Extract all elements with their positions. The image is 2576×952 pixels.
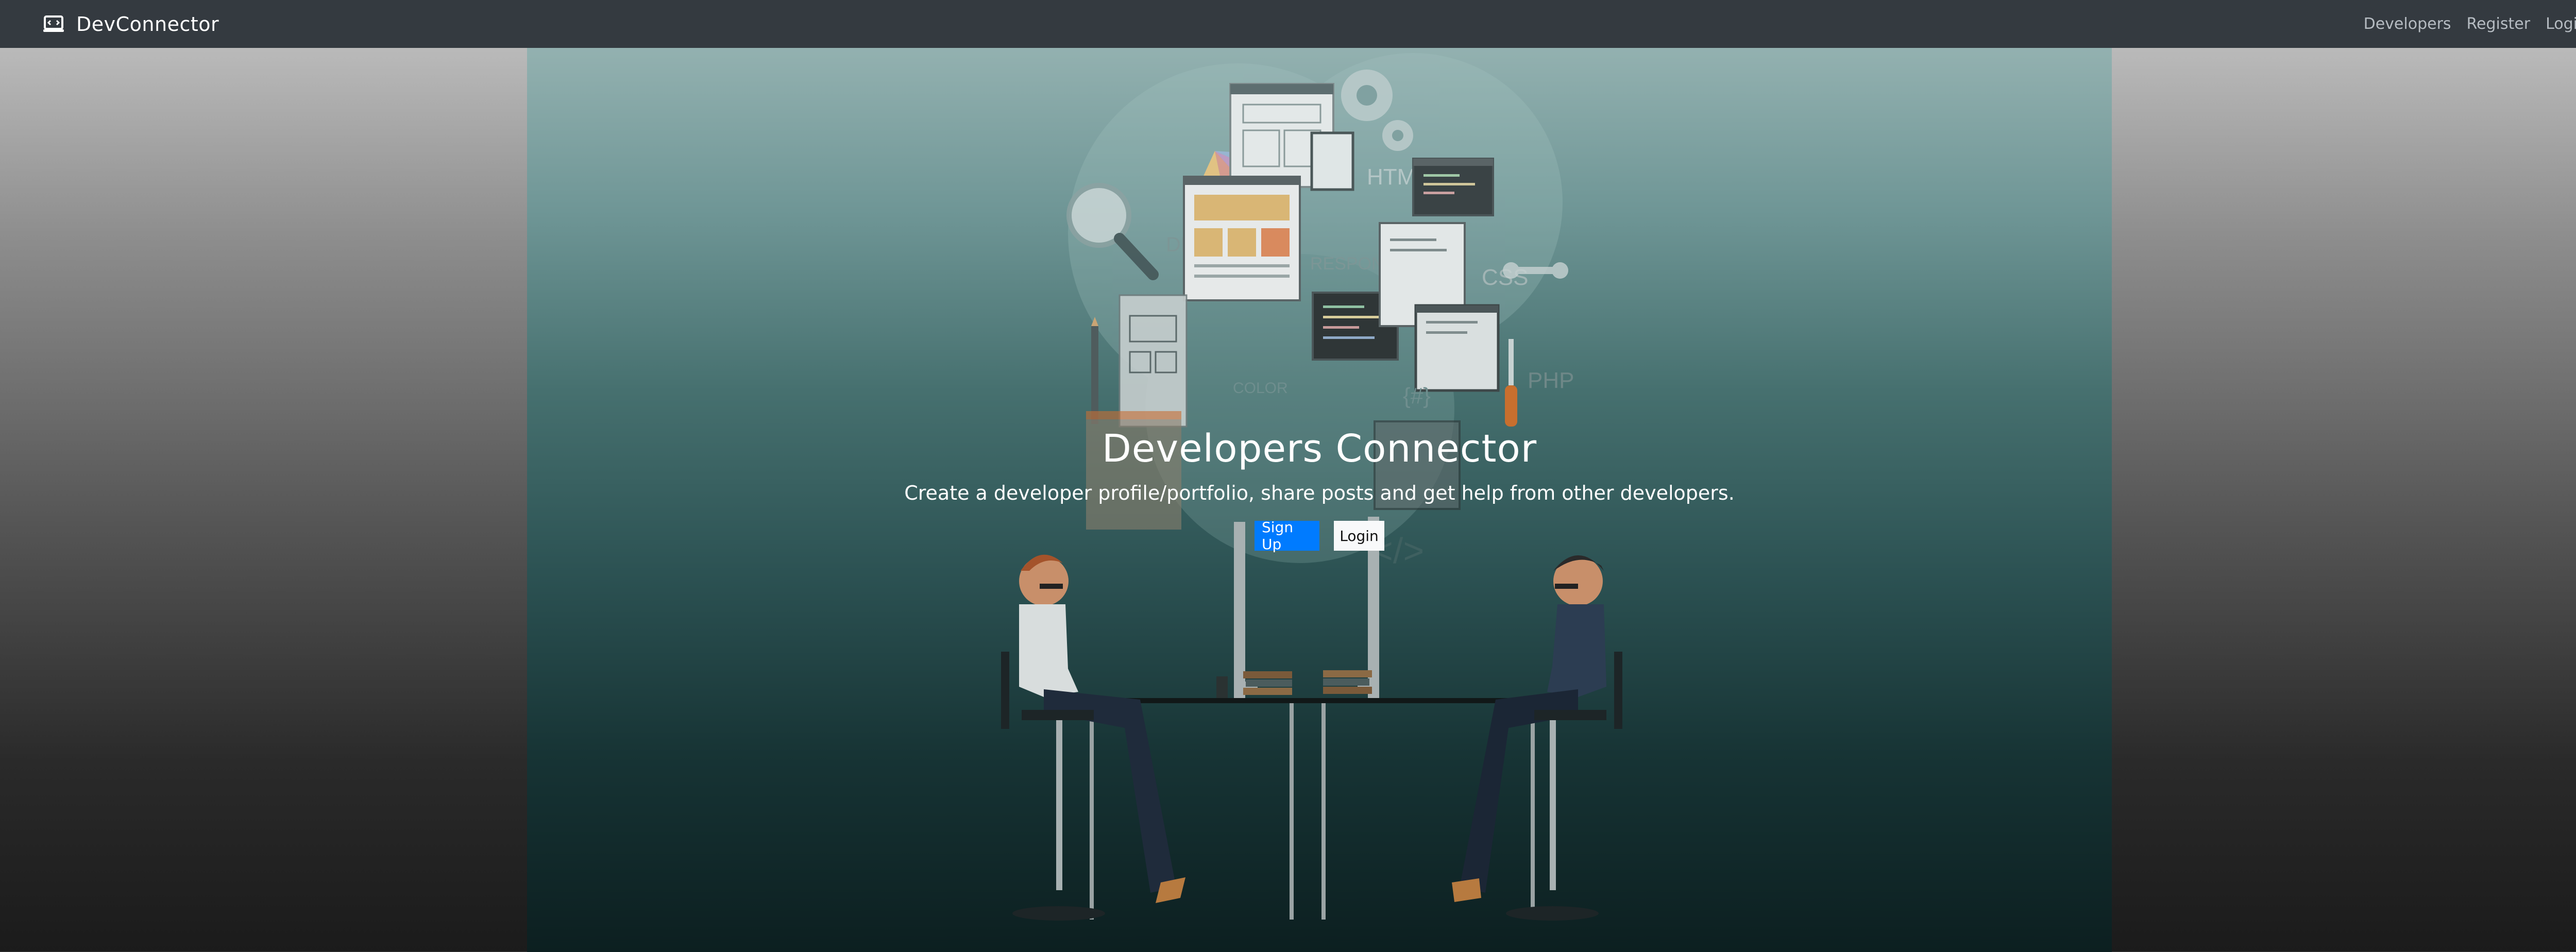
laptop-code-icon: [43, 15, 64, 33]
hero-content: Developers Connector Create a developer …: [527, 48, 2112, 952]
hero-buttons: Sign Up Login: [527, 519, 2112, 553]
brand-text: DevConnector: [76, 12, 219, 36]
signup-button[interactable]: Sign Up: [1255, 519, 1319, 553]
nav-link-login[interactable]: Login: [2546, 15, 2576, 33]
navbar: DevConnector Developers Register Login: [0, 0, 2576, 48]
login-button[interactable]: Login: [1334, 521, 1384, 551]
hero-lead: Create a developer profile/portfolio, sh…: [904, 482, 1735, 504]
brand-link[interactable]: DevConnector: [43, 0, 219, 48]
hero-title: Developers Connector: [1101, 427, 1537, 471]
nav-link-register[interactable]: Register: [2467, 15, 2531, 33]
nav-links: Developers Register Login: [2364, 0, 2576, 48]
nav-link-developers[interactable]: Developers: [2364, 15, 2451, 33]
